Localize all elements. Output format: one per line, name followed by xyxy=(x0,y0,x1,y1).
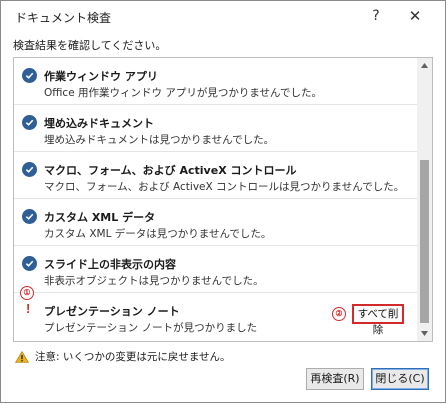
reinspect-button[interactable]: 再検査(R) xyxy=(306,368,364,390)
document-inspector-dialog: ドキュメント検査 ? ✕ 検査結果を確認してください。 作業ウィンドウ アプリ … xyxy=(0,0,446,403)
result-title: 作業ウィンドウ アプリ xyxy=(44,70,158,83)
check-icon xyxy=(22,162,37,177)
result-description: マクロ、フォーム、および ActiveX コントロールは見つかりませんでした。 xyxy=(44,181,405,193)
result-description: 埋め込みドキュメントは見つかりませんでした。 xyxy=(44,134,275,146)
scroll-down-arrow-icon[interactable] xyxy=(417,326,432,341)
annotation-marker-1: ① xyxy=(20,286,34,300)
result-title: マクロ、フォーム、および ActiveX コントロール xyxy=(44,164,297,177)
result-item-custom-xml: カスタム XML データ カスタム XML データは見つかりませんでした。 xyxy=(14,199,417,246)
scrollbar-thumb[interactable] xyxy=(420,160,429,323)
check-icon xyxy=(22,115,37,130)
footer-warning: 注意: いくつかの変更は元に戻せません。 xyxy=(15,349,231,364)
result-description: 非表示オブジェクトは見つかりませんでした。 xyxy=(44,275,264,287)
result-title: プレゼンテーション ノート xyxy=(44,305,180,318)
title-bar: ドキュメント検査 ? ✕ xyxy=(1,1,445,31)
help-button[interactable]: ? xyxy=(356,3,396,29)
result-title: スライド上の非表示の内容 xyxy=(44,258,176,271)
result-description: Office 用作業ウィンドウ アプリが見つかりませんでした。 xyxy=(44,87,322,99)
close-button[interactable]: 閉じる(C) xyxy=(371,368,429,390)
footer-warning-text: 注意: いくつかの変更は元に戻せません。 xyxy=(35,351,231,363)
check-icon xyxy=(22,256,37,271)
result-item-task-pane-apps: 作業ウィンドウ アプリ Office 用作業ウィンドウ アプリが見つかりませんで… xyxy=(14,58,417,105)
result-title: 埋め込みドキュメント xyxy=(44,117,154,130)
result-description: カスタム XML データは見つかりませんでした。 xyxy=(44,228,272,240)
result-item-macros: マクロ、フォーム、および ActiveX コントロール マクロ、フォーム、および… xyxy=(14,152,417,199)
result-item-embedded-documents: 埋め込みドキュメント 埋め込みドキュメントは見つかりませんでした。 xyxy=(14,105,417,152)
result-title: カスタム XML データ xyxy=(44,211,156,224)
instruction-text: 検査結果を確認してください。 xyxy=(13,39,167,52)
remove-all-button[interactable]: すべて削除 xyxy=(352,304,404,336)
exclamation-icon: ! xyxy=(26,301,31,316)
close-window-button[interactable]: ✕ xyxy=(395,3,435,29)
result-description: プレゼンテーション ノートが見つかりました xyxy=(44,322,258,334)
check-icon xyxy=(22,209,37,224)
scroll-up-arrow-icon[interactable] xyxy=(417,58,432,73)
dialog-title: ドキュメント検査 xyxy=(15,11,112,25)
annotation-marker-2: ② xyxy=(332,307,346,321)
warning-icon xyxy=(15,350,29,363)
result-item-hidden-content: スライド上の非表示の内容 非表示オブジェクトは見つかりませんでした。 xyxy=(14,246,417,293)
check-icon xyxy=(22,68,37,83)
results-list[interactable]: 作業ウィンドウ アプリ Office 用作業ウィンドウ アプリが見つかりませんで… xyxy=(13,57,433,342)
vertical-scrollbar[interactable] xyxy=(417,58,432,341)
